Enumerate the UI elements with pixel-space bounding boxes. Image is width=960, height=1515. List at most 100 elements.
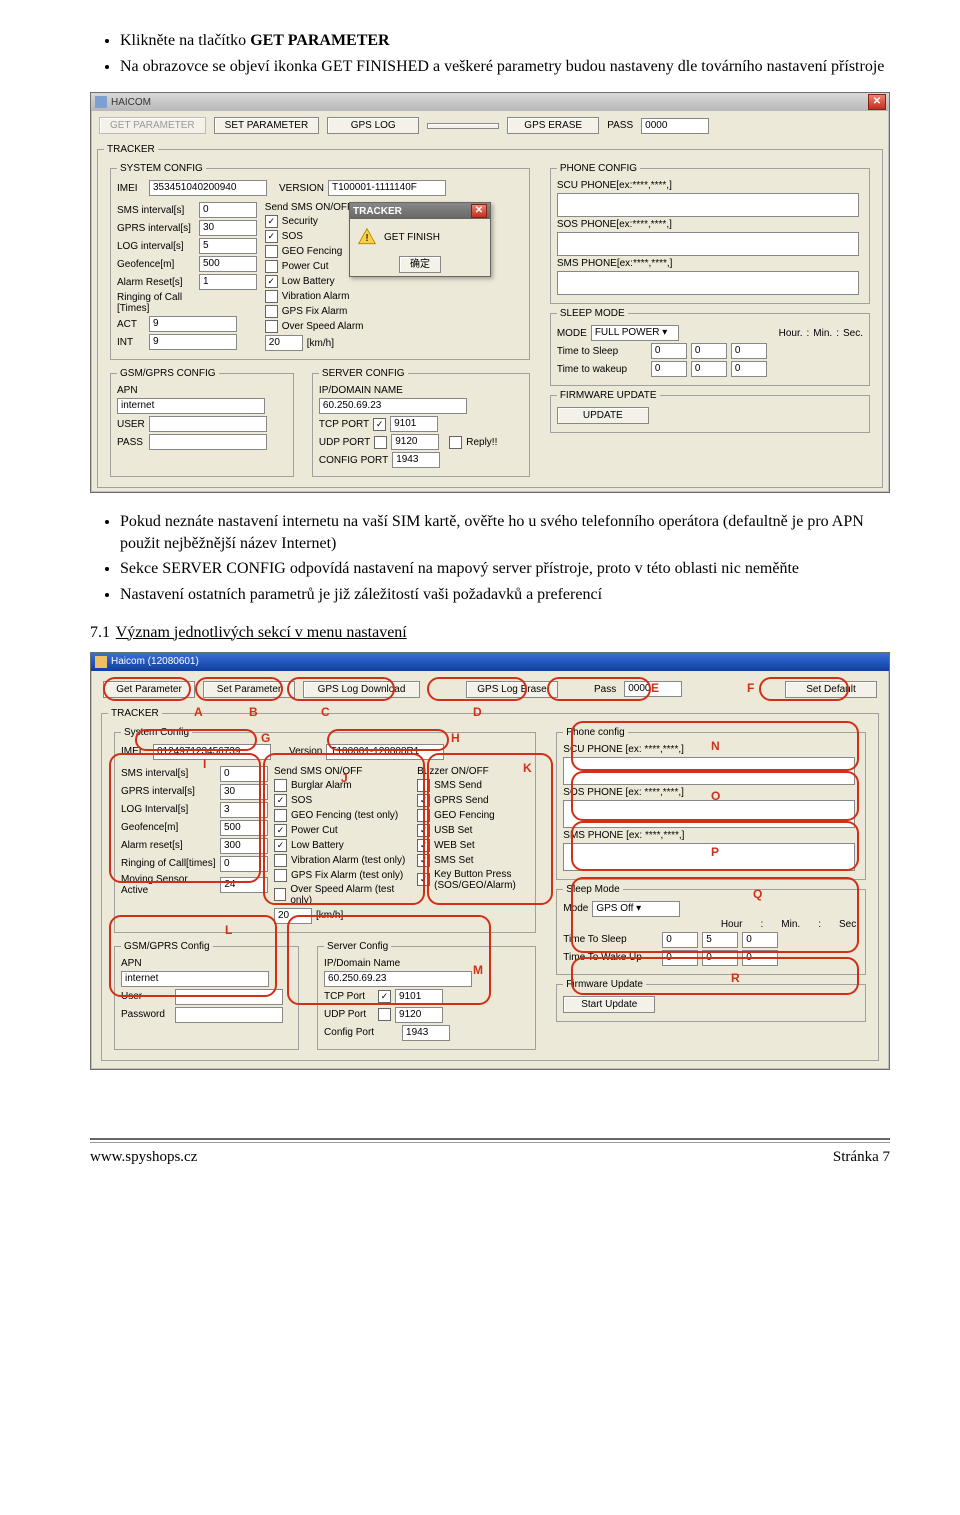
int-input[interactable]: 9: [149, 334, 237, 350]
input[interactable]: 0: [742, 950, 778, 966]
checkbox[interactable]: [274, 888, 286, 901]
gpsfix-checkbox[interactable]: [265, 305, 278, 318]
checkbox[interactable]: [417, 839, 430, 852]
overspeed-checkbox[interactable]: [265, 320, 278, 333]
checkbox[interactable]: [274, 839, 287, 852]
gps-erase-button[interactable]: GPS ERASE: [507, 117, 599, 134]
udp-port-input[interactable]: 9120: [395, 1007, 443, 1023]
udp-checkbox[interactable]: [374, 436, 387, 449]
lowbattery-checkbox[interactable]: [265, 275, 278, 288]
checkbox[interactable]: [274, 809, 287, 822]
input[interactable]: 0: [731, 343, 767, 359]
checkbox[interactable]: [417, 854, 430, 867]
checkbox[interactable]: [274, 824, 287, 837]
sos-checkbox[interactable]: [265, 230, 278, 243]
gprs-interval-input[interactable]: 30: [199, 220, 257, 236]
udp-checkbox[interactable]: [378, 1008, 391, 1021]
close-icon[interactable]: ✕: [471, 204, 487, 218]
checkbox[interactable]: [417, 779, 430, 792]
act-input[interactable]: 9: [149, 316, 237, 332]
ip-input[interactable]: 60.250.69.23: [324, 971, 472, 987]
sms-interval-input[interactable]: 0: [199, 202, 257, 218]
input[interactable]: 0: [651, 343, 687, 359]
sms-phone-input[interactable]: [557, 271, 859, 295]
checkbox[interactable]: [274, 869, 287, 882]
tcp-port-input[interactable]: 9101: [395, 989, 443, 1005]
set-parameter-button[interactable]: Set Parameter: [203, 681, 295, 698]
input[interactable]: 0: [742, 932, 778, 948]
pass-input[interactable]: [149, 434, 267, 450]
mode-select[interactable]: GPS Off ▾: [592, 901, 680, 917]
pass-input[interactable]: 0000: [641, 118, 709, 134]
checkbox[interactable]: [417, 809, 430, 822]
close-icon[interactable]: ✕: [868, 94, 886, 110]
version-input[interactable]: T100001-120808R1: [326, 744, 444, 760]
input[interactable]: 0: [662, 950, 698, 966]
input[interactable]: 0: [220, 766, 268, 782]
vibration-checkbox[interactable]: [265, 290, 278, 303]
input[interactable]: 0: [651, 361, 687, 377]
user-input[interactable]: [149, 416, 267, 432]
config-port-input[interactable]: 1943: [392, 452, 440, 468]
checkbox[interactable]: [274, 854, 287, 867]
apn-input[interactable]: internet: [117, 398, 265, 414]
tcp-checkbox[interactable]: [378, 990, 391, 1003]
input[interactable]: 5: [702, 932, 738, 948]
get-parameter-button[interactable]: GET PARAMETER: [99, 117, 206, 134]
sos-phone-input[interactable]: [557, 232, 859, 256]
alarm-reset-input[interactable]: 1: [199, 274, 257, 290]
gps-log-download-button[interactable]: GPS Log Download: [303, 681, 420, 698]
set-default-button[interactable]: Set Default: [785, 681, 877, 698]
input[interactable]: 0: [731, 361, 767, 377]
input[interactable]: 0: [691, 343, 727, 359]
checkbox[interactable]: [417, 873, 430, 886]
input[interactable]: 0: [702, 950, 738, 966]
titlebar[interactable]: HAICOM ✕: [91, 93, 889, 111]
imei-input[interactable]: 012497123456739: [153, 744, 271, 760]
tcp-port-input[interactable]: 9101: [390, 416, 438, 432]
gps-log-erase-button[interactable]: GPS Log Erase: [466, 681, 558, 698]
sms-phone-input[interactable]: [563, 843, 855, 871]
udp-port-input[interactable]: 9120: [391, 434, 439, 450]
ip-input[interactable]: 60.250.69.23: [319, 398, 467, 414]
blank-button[interactable]: [427, 123, 499, 129]
input[interactable]: 3: [220, 802, 268, 818]
checkbox[interactable]: [274, 779, 287, 792]
scu-phone-input[interactable]: [557, 193, 859, 217]
config-port-input[interactable]: 1943: [402, 1025, 450, 1041]
titlebar[interactable]: Haicom (12080601): [91, 653, 889, 671]
scu-phone-input[interactable]: [563, 757, 855, 785]
get-parameter-button[interactable]: Get Parameter: [103, 681, 195, 698]
tcp-checkbox[interactable]: [373, 418, 386, 431]
checkbox[interactable]: [417, 824, 430, 837]
dialog-ok-button[interactable]: 确定: [399, 256, 441, 273]
sos-phone-input[interactable]: [563, 800, 855, 828]
input[interactable]: 0: [691, 361, 727, 377]
mode-select[interactable]: FULL POWER ▾: [591, 325, 679, 341]
reply-checkbox[interactable]: [449, 436, 462, 449]
apn-input[interactable]: internet: [121, 971, 269, 987]
speed-input[interactable]: 20: [265, 335, 303, 351]
powercut-checkbox[interactable]: [265, 260, 278, 273]
log-interval-input[interactable]: 5: [199, 238, 257, 254]
input[interactable]: 24: [220, 877, 268, 893]
speed-input[interactable]: 20: [274, 908, 312, 924]
gps-log-button[interactable]: GPS LOG: [327, 117, 419, 134]
input[interactable]: 500: [220, 820, 268, 836]
checkbox[interactable]: [274, 794, 287, 807]
password-input[interactable]: [175, 1007, 283, 1023]
security-checkbox[interactable]: [265, 215, 278, 228]
input[interactable]: 0: [220, 856, 268, 872]
imei-input[interactable]: 353451040200940: [149, 180, 267, 196]
start-update-button[interactable]: Start Update: [563, 996, 655, 1013]
geofence-input[interactable]: 500: [199, 256, 257, 272]
geofencing-checkbox[interactable]: [265, 245, 278, 258]
set-parameter-button[interactable]: SET PARAMETER: [214, 117, 320, 134]
input[interactable]: 0: [662, 932, 698, 948]
checkbox[interactable]: [417, 794, 430, 807]
input[interactable]: 300: [220, 838, 268, 854]
version-input[interactable]: T100001-1111140F: [328, 180, 446, 196]
user-input[interactable]: [175, 989, 283, 1005]
input[interactable]: 30: [220, 784, 268, 800]
update-button[interactable]: UPDATE: [557, 407, 649, 424]
